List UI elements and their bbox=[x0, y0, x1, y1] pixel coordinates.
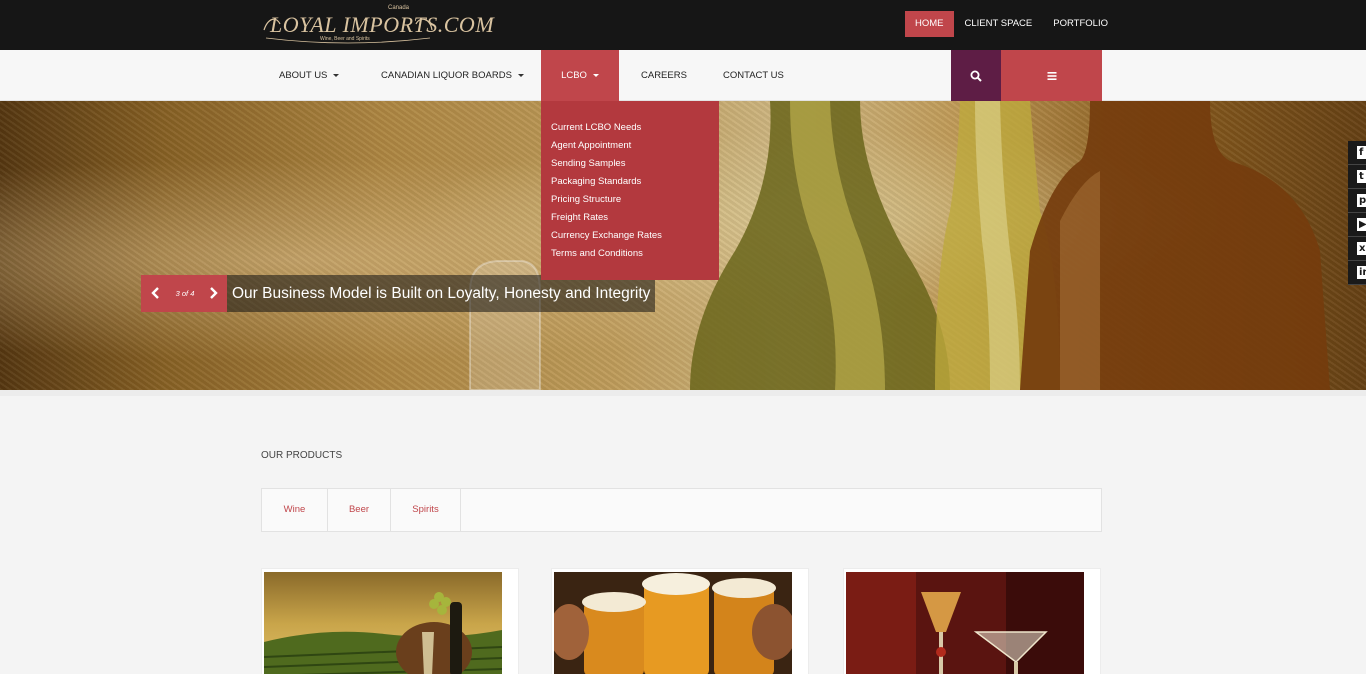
nav-contact-us[interactable]: CONTACT US bbox=[723, 50, 784, 101]
beer-toast-image bbox=[554, 572, 792, 674]
dropdown-item-terms-and-conditions[interactable]: Terms and Conditions bbox=[541, 245, 719, 263]
top-bar: Canada LOYAL IMPORTS.COM Wine, Beer and … bbox=[0, 0, 1366, 50]
product-card-wine[interactable] bbox=[261, 568, 519, 674]
caret-down-icon bbox=[592, 73, 599, 77]
social-sidebar: f t p ▶ x in bbox=[1348, 141, 1366, 285]
tab-beer[interactable]: Beer bbox=[328, 489, 391, 531]
nav-about-us[interactable]: ABOUT US bbox=[279, 50, 340, 101]
nav-lcbo[interactable]: LCBO bbox=[541, 50, 619, 101]
nav-label: LCBO bbox=[561, 70, 587, 81]
xing-icon[interactable]: x bbox=[1348, 237, 1366, 261]
nav-careers[interactable]: CAREERS bbox=[641, 50, 687, 101]
dropdown-item-freight-rates[interactable]: Freight Rates bbox=[541, 209, 719, 227]
top-link-portfolio[interactable]: PORTFOLIO bbox=[1043, 11, 1118, 37]
product-tabs: Wine Beer Spirits bbox=[261, 488, 1102, 532]
twitter-icon[interactable]: t bbox=[1348, 165, 1366, 189]
dropdown-item-currency-exchange-rates[interactable]: Currency Exchange Rates bbox=[541, 227, 719, 245]
lcbo-dropdown-menu: Current LCBO Needs Agent Appointment Sen… bbox=[541, 101, 719, 280]
hamburger-menu-icon bbox=[1047, 71, 1056, 80]
tab-spirits[interactable]: Spirits bbox=[391, 489, 461, 531]
main-nav: ABOUT US CANADIAN LIQUOR BOARDS LCBO CAR… bbox=[0, 50, 1366, 101]
spirits-glasses-image bbox=[846, 572, 1084, 674]
dropdown-item-sending-samples[interactable]: Sending Samples bbox=[541, 155, 719, 173]
search-icon bbox=[970, 70, 982, 82]
youtube-icon[interactable]: ▶ bbox=[1348, 213, 1366, 237]
product-card-spirits[interactable] bbox=[843, 568, 1101, 674]
dropdown-item-current-lcbo-needs[interactable]: Current LCBO Needs bbox=[541, 119, 719, 137]
site-logo[interactable]: Canada LOYAL IMPORTS.COM Wine, Beer and … bbox=[262, 5, 494, 46]
dropdown-item-agent-appointment[interactable]: Agent Appointment bbox=[541, 137, 719, 155]
pinterest-icon[interactable]: p bbox=[1348, 189, 1366, 213]
tab-wine[interactable]: Wine bbox=[262, 489, 328, 531]
logo-country: Canada bbox=[388, 5, 410, 11]
slider-controls: 3 of 4 bbox=[141, 275, 227, 312]
dropdown-item-pricing-structure[interactable]: Pricing Structure bbox=[541, 191, 719, 209]
logo-name: LOYAL IMPORTS.COM bbox=[270, 12, 495, 37]
top-link-home[interactable]: HOME bbox=[905, 11, 954, 37]
nav-label: CANADIAN LIQUOR BOARDS bbox=[381, 70, 512, 81]
nav-label: CAREERS bbox=[641, 70, 687, 81]
chevron-left-icon[interactable] bbox=[149, 285, 163, 301]
product-card-beer[interactable] bbox=[551, 568, 809, 674]
caret-down-icon bbox=[517, 73, 524, 77]
top-links: HOME CLIENT SPACE PORTFOLIO bbox=[905, 11, 1118, 37]
nav-label: ABOUT US bbox=[279, 70, 328, 81]
dropdown-item-packaging-standards[interactable]: Packaging Standards bbox=[541, 173, 719, 191]
linkedin-icon[interactable]: in bbox=[1348, 261, 1366, 285]
vineyard-wine-image bbox=[264, 572, 502, 674]
slide-counter: 3 of 4 bbox=[175, 289, 195, 298]
section-heading: OUR PRODUCTS bbox=[261, 450, 343, 461]
menu-button[interactable] bbox=[1001, 50, 1102, 101]
nav-label: CONTACT US bbox=[723, 70, 784, 81]
nav-canadian-liquor-boards[interactable]: CANADIAN LIQUOR BOARDS bbox=[381, 50, 524, 101]
top-link-client-space[interactable]: CLIENT SPACE bbox=[955, 11, 1043, 37]
logo-tagline: Wine, Beer and Spirits bbox=[320, 36, 370, 42]
chevron-right-icon[interactable] bbox=[206, 285, 220, 301]
search-button[interactable] bbox=[951, 50, 1001, 101]
slide-caption: Our Business Model is Built on Loyalty, … bbox=[227, 275, 656, 312]
facebook-icon[interactable]: f bbox=[1348, 141, 1366, 165]
caret-down-icon bbox=[333, 73, 340, 77]
